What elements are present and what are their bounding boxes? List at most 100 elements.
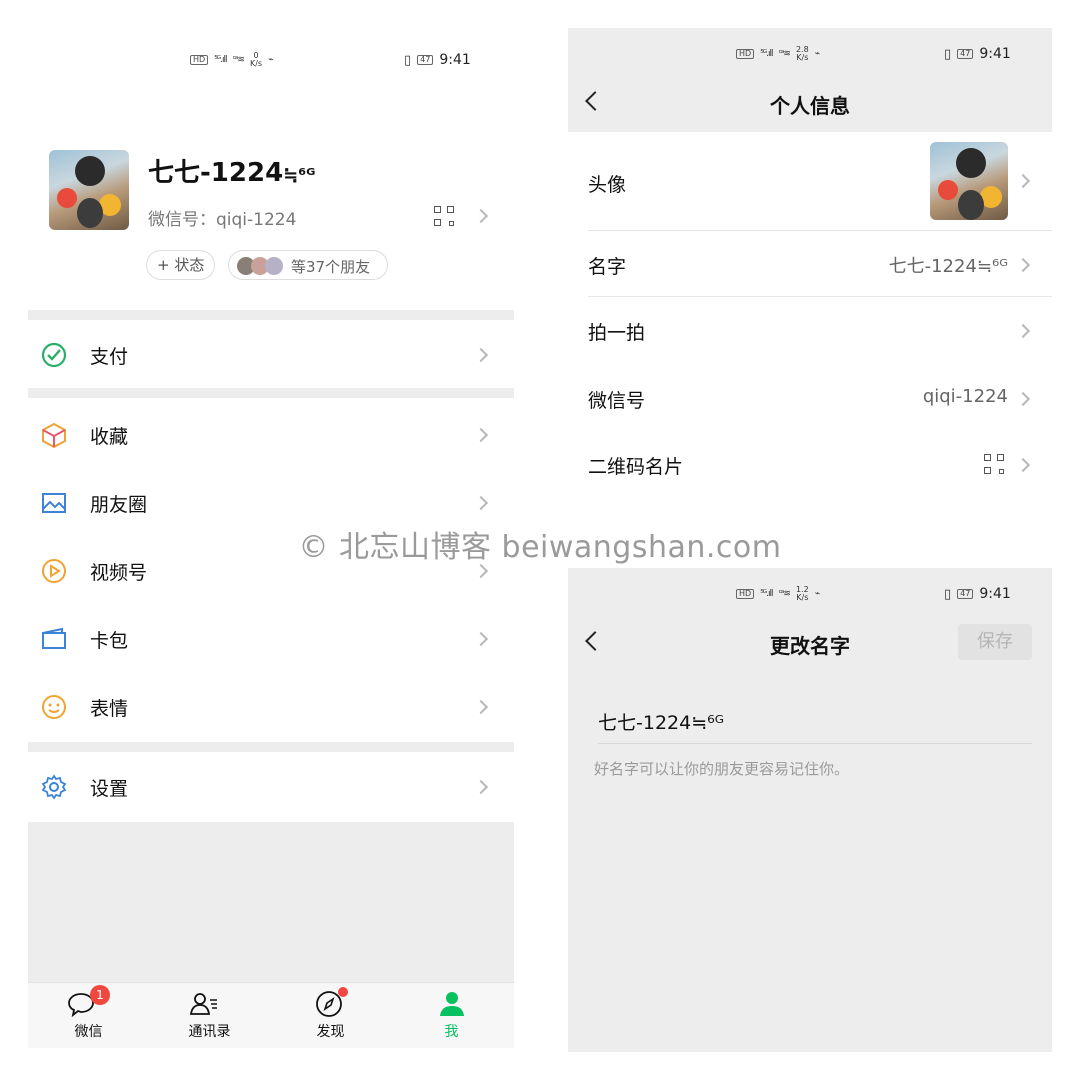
menu-item-settings[interactable]: 设置	[28, 754, 514, 820]
avatar[interactable]	[49, 150, 129, 230]
profile-info-page: HD ⁵ᴳ.ıll ᶜᵃ≋ 2.8 K/s ⌁ ▯ 47 9:41 个人信息 头像…	[568, 28, 1052, 504]
profile-chevron-icon[interactable]	[473, 208, 489, 224]
tab-discover[interactable]: 发现	[270, 983, 391, 1049]
menu-item-emoji[interactable]: 表情	[28, 674, 514, 740]
save-button[interactable]: 保存	[958, 624, 1032, 660]
chevron-right-icon	[473, 699, 489, 715]
person-icon	[440, 992, 464, 1016]
wifi-icon: ᶜᵃ≋	[778, 49, 791, 59]
edit-name-page: HD ⁵ᴳ.ıll ᶜᵃ≋ 1.2 K/s ⌁ ▯ 47 9:41 更改名字 保存…	[568, 568, 1052, 1052]
chevron-right-icon	[473, 495, 489, 511]
chevron-right-icon	[1015, 391, 1031, 407]
battery-icon: 47	[417, 55, 434, 65]
tab-label: 微信	[74, 1024, 103, 1040]
hd-icon: HD	[190, 55, 209, 65]
emoji-smile-icon	[42, 695, 66, 719]
tab-me[interactable]: 我	[391, 983, 512, 1049]
chevron-right-icon	[473, 347, 489, 363]
signal-icon: ⁵ᴳ.ıll	[214, 55, 227, 65]
chevron-right-icon	[473, 779, 489, 795]
menu-item-pay[interactable]: 支付	[28, 322, 514, 388]
tab-label: 我	[444, 1024, 459, 1040]
chevron-right-icon	[473, 563, 489, 579]
profile-name-suffix: ≒⁶ᴳ	[283, 165, 316, 186]
row-avatar[interactable]: 头像	[568, 132, 1052, 232]
network-speed: 2.8 K/s	[795, 45, 809, 62]
friends-status-chip[interactable]: 等37个朋友	[228, 250, 388, 280]
pay-icon	[41, 342, 67, 368]
wifi-icon: ᶜᵃ≋	[778, 589, 791, 599]
page-title: 个人信息	[770, 94, 850, 118]
tab-label: 发现	[316, 1024, 345, 1040]
chevron-right-icon	[1015, 457, 1031, 473]
status-bar: HD ⁵ᴳ.ıll ᶜᵃ≋ 1.2 K/s ⌁	[736, 585, 821, 602]
tab-contacts[interactable]: 通讯录	[149, 983, 270, 1049]
header-bar: HD ⁵ᴳ.ıll ᶜᵃ≋ 2.8 K/s ⌁ ▯ 47 9:41 个人信息	[568, 28, 1052, 132]
network-speed: 1.2 K/s	[795, 585, 809, 602]
wifi-icon: ᶜᵃ≋	[232, 55, 245, 65]
chevron-right-icon	[473, 631, 489, 647]
status-button[interactable]: + 状态	[146, 250, 216, 280]
menu-item-label: 收藏	[90, 425, 129, 448]
status-time: 9:41	[979, 586, 1011, 602]
menu-item-label: 卡包	[90, 629, 129, 652]
status-bar: HD ⁵ᴳ.ıll ᶜᵃ≋ 0 K/s ⌁	[190, 51, 274, 68]
chevron-right-icon	[1015, 173, 1031, 189]
card-wallet-icon	[42, 627, 66, 649]
row-label: 头像	[588, 174, 627, 196]
vibrate-icon: ▯	[944, 46, 952, 62]
tab-label: 通讯录	[188, 1024, 231, 1040]
divider	[588, 296, 1052, 297]
hd-icon: HD	[736, 589, 755, 599]
row-label: 拍一拍	[588, 322, 646, 344]
watermark: © 北忘山博客 beiwangshan.com	[298, 530, 782, 565]
tab-chats[interactable]: 1 微信	[28, 983, 149, 1049]
friend-avatar-stack	[237, 257, 289, 275]
vibrate-icon: ▯	[944, 586, 952, 602]
row-label: 名字	[588, 256, 627, 278]
section-divider	[28, 388, 514, 398]
status-time: 9:41	[979, 46, 1011, 62]
name-input[interactable]: 七七-1224≒⁶ᴳ	[598, 708, 1032, 744]
battery-icon: 47	[957, 49, 974, 59]
avatar	[930, 142, 1008, 220]
section-divider	[28, 742, 514, 752]
status-bar-right: ▯ 47 9:41	[944, 586, 1011, 602]
row-pat[interactable]: 拍一拍	[568, 298, 1052, 364]
chevron-right-icon	[473, 427, 489, 443]
row-qr-card[interactable]: 二维码名片	[568, 432, 1052, 498]
friends-text: 等37个朋友	[291, 258, 371, 276]
menu-item-label: 设置	[90, 777, 129, 800]
moments-image-icon	[42, 493, 66, 513]
tab-bar: 1 微信 通讯录 发现 我	[28, 982, 514, 1048]
qr-code-icon[interactable]	[434, 206, 454, 226]
profile-name-text: 七七-1224	[148, 158, 284, 188]
empty-area	[28, 822, 514, 982]
nfc-icon: ⌁	[814, 49, 821, 59]
section-divider	[28, 310, 514, 320]
menu-item-favorites[interactable]: 收藏	[28, 402, 514, 468]
row-value: qiqi-1224	[922, 386, 1008, 407]
status-bar-right: ▯ 47 9:41	[944, 46, 1011, 62]
status-bar: HD ⁵ᴳ.ıll ᶜᵃ≋ 2.8 K/s ⌁	[736, 45, 821, 62]
nfc-icon: ⌁	[268, 55, 274, 65]
menu-item-label: 表情	[90, 697, 129, 720]
name-hint: 好名字可以让你的朋友更容易记住你。	[594, 760, 850, 778]
qr-code-icon	[984, 454, 1004, 474]
hd-icon: HD	[736, 49, 755, 59]
menu-item-cards[interactable]: 卡包	[28, 606, 514, 672]
status-time: 9:41	[439, 52, 471, 68]
row-label: 微信号	[588, 390, 646, 412]
row-name[interactable]: 名字 七七-1224≒⁶ᴳ	[568, 232, 1052, 298]
menu-item-label: 朋友圈	[90, 493, 148, 516]
nfc-icon: ⌁	[814, 589, 821, 599]
network-speed: 0 K/s	[249, 51, 263, 68]
row-wechat-id[interactable]: 微信号 qiqi-1224	[568, 366, 1052, 432]
battery-icon: 47	[957, 589, 974, 599]
row-label: 二维码名片	[588, 456, 684, 478]
status-bar-right: ▯ 47 9:41	[404, 52, 471, 68]
signal-icon: ⁵ᴳ.ıll	[760, 589, 773, 599]
row-value: 七七-1224≒⁶ᴳ	[888, 256, 1008, 277]
wechat-id: 微信号：qiqi-1224	[148, 210, 297, 230]
profile-name[interactable]: 七七-1224≒⁶ᴳ	[148, 152, 315, 189]
